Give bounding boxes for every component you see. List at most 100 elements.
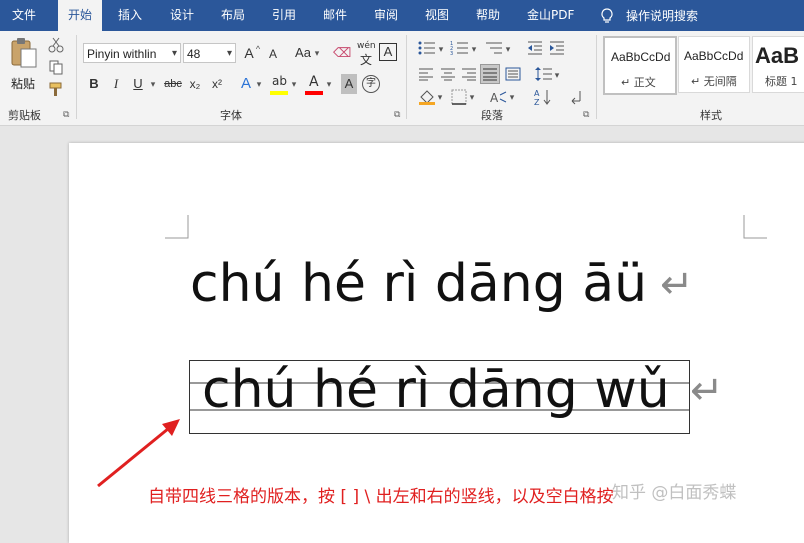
highlight-color-button[interactable]: ab [270,74,288,96]
ribbon: 粘贴 剪贴板 ⧉ Pinyin withlin ▾ 48 ▾ A ^ A Aa … [0,31,804,126]
highlight-label: ab [272,74,287,88]
highlight-color-bar [270,91,288,95]
chevron-down-icon: ▾ [471,44,477,54]
style-no-spacing[interactable]: AaBbCcDd ↵ 无间隔 [678,36,750,93]
chevron-down-icon: ▾ [469,92,475,102]
tab-help[interactable]: 帮助 [476,0,500,31]
font-size-combo[interactable]: 48 ▾ [183,43,236,63]
paste-icon [11,38,37,68]
phonetic-guide-top: wén [357,41,376,51]
shading-icon[interactable] [418,89,436,105]
style-sample: AaBbCcDd [611,50,671,64]
pinyin-line-2[interactable]: chú hé rì dāng wǔ [202,360,670,420]
svg-text:A: A [490,91,499,105]
multilevel-list-icon[interactable] [484,40,504,56]
bullets-icon[interactable] [417,40,437,56]
font-color-button[interactable]: A [305,74,323,96]
sort-icon[interactable]: AZ [534,88,552,106]
copy-icon[interactable] [48,59,64,75]
italic-button[interactable]: I [108,74,124,94]
shrink-font-button[interactable]: A [266,44,280,64]
annotation-text: 自带四线三格的版本，按 [ ] \ 出左和右的竖线，以及空白格按 [148,487,614,507]
subscript-button[interactable]: x₂ [186,74,204,94]
enclose-characters-button[interactable]: 字 [362,75,380,93]
styles-group-label: 样式 [700,109,722,122]
lightbulb-icon [601,7,613,23]
style-name: ↵ 无间隔 [691,75,737,88]
bold-button[interactable]: B [86,74,102,94]
group-divider [596,35,597,119]
clipboard-launcher-icon[interactable]: ⧉ [63,110,69,120]
align-center-icon[interactable] [440,67,456,81]
chevron-down-icon: ▾ [438,44,444,54]
font-name-value: Pinyin withlin [87,47,157,61]
chinese-layout-icon[interactable]: A [490,89,508,105]
paragraph-group-label: 段落 [481,109,503,122]
align-left-icon[interactable] [418,67,434,81]
tab-design[interactable]: 设计 [170,0,194,31]
tell-me-label: 操作说明搜索 [626,9,699,23]
numbering-icon[interactable]: 123 [450,40,470,56]
group-divider [76,35,77,119]
tell-me-search[interactable]: 操作说明搜索 [600,0,698,31]
superscript-button[interactable]: x² [208,74,226,94]
borders-icon[interactable] [451,89,467,105]
style-sample: AaB [755,43,800,68]
tab-file[interactable]: 文件 [12,0,36,31]
chevron-down-icon: ▾ [437,92,443,102]
underline-button[interactable]: U [130,74,146,94]
tab-references[interactable]: 引用 [272,0,296,31]
justify-icon [483,68,497,81]
show-hide-marks-icon[interactable] [568,89,584,105]
align-right-icon[interactable] [461,67,477,81]
style-heading-1[interactable]: AaB 标题 1 [752,36,804,93]
format-painter-icon[interactable] [48,81,64,97]
style-normal[interactable]: AaBbCcDd ↵ 正文 [603,36,677,95]
phonetic-guide-bottom: 文 [360,53,373,67]
chevron-down-icon: ▾ [226,48,232,59]
chevron-down-icon: ▾ [505,44,511,54]
svg-text:A: A [534,89,540,98]
clear-formatting-icon[interactable]: ⌫ [333,43,351,63]
pinyin-line-1[interactable]: chú hé rì dāng āü [190,254,647,314]
text-effects-button[interactable]: A [238,74,254,94]
tab-review[interactable]: 审阅 [374,0,398,31]
caret-up-icon: ^ [255,44,261,54]
phonetic-guide-button[interactable]: wén 文 [357,41,377,67]
chevron-down-icon: ▾ [150,79,156,89]
paragraph-mark-icon: ↵ [690,368,724,414]
decrease-indent-icon[interactable] [526,40,544,56]
font-color-bar [305,91,323,95]
cut-icon[interactable] [48,37,64,53]
character-shading-button[interactable]: A [341,74,357,94]
style-name: 标题 1 [765,75,798,88]
paste-label: 粘贴 [11,77,36,91]
increase-indent-icon[interactable] [548,40,566,56]
font-launcher-icon[interactable]: ⧉ [394,110,400,120]
tab-mailings[interactable]: 邮件 [323,0,347,31]
change-case-button[interactable]: Aa [292,43,314,63]
svg-text:3: 3 [450,51,453,56]
paragraph-mark-icon: ↵ [660,262,694,308]
font-name-combo[interactable]: Pinyin withlin ▾ [83,43,181,63]
tab-insert[interactable]: 插入 [118,0,142,31]
tab-home[interactable]: 开始 [58,0,103,31]
paste-button[interactable]: 粘贴 [8,37,40,95]
chevron-down-icon: ▾ [171,48,177,59]
font-size-value: 48 [187,47,201,61]
paragraph-launcher-icon[interactable]: ⧉ [583,110,589,120]
distributed-icon[interactable] [505,67,521,81]
chevron-down-icon: ▾ [314,48,320,58]
character-border-button[interactable]: A [379,43,397,61]
chevron-down-icon: ▾ [554,70,560,80]
tab-view[interactable]: 视图 [425,0,449,31]
style-name: ↵ 正文 [621,76,656,89]
font-color-label: A [309,74,319,90]
line-spacing-icon[interactable] [535,66,553,82]
tab-layout[interactable]: 布局 [221,0,245,31]
justify-button[interactable] [480,64,500,84]
clipboard-group-label: 剪贴板 [8,109,41,122]
tab-kingsoft-pdf[interactable]: 金山PDF [527,0,574,31]
font-group-label: 字体 [220,109,242,122]
strikethrough-button[interactable]: abc [162,74,184,94]
